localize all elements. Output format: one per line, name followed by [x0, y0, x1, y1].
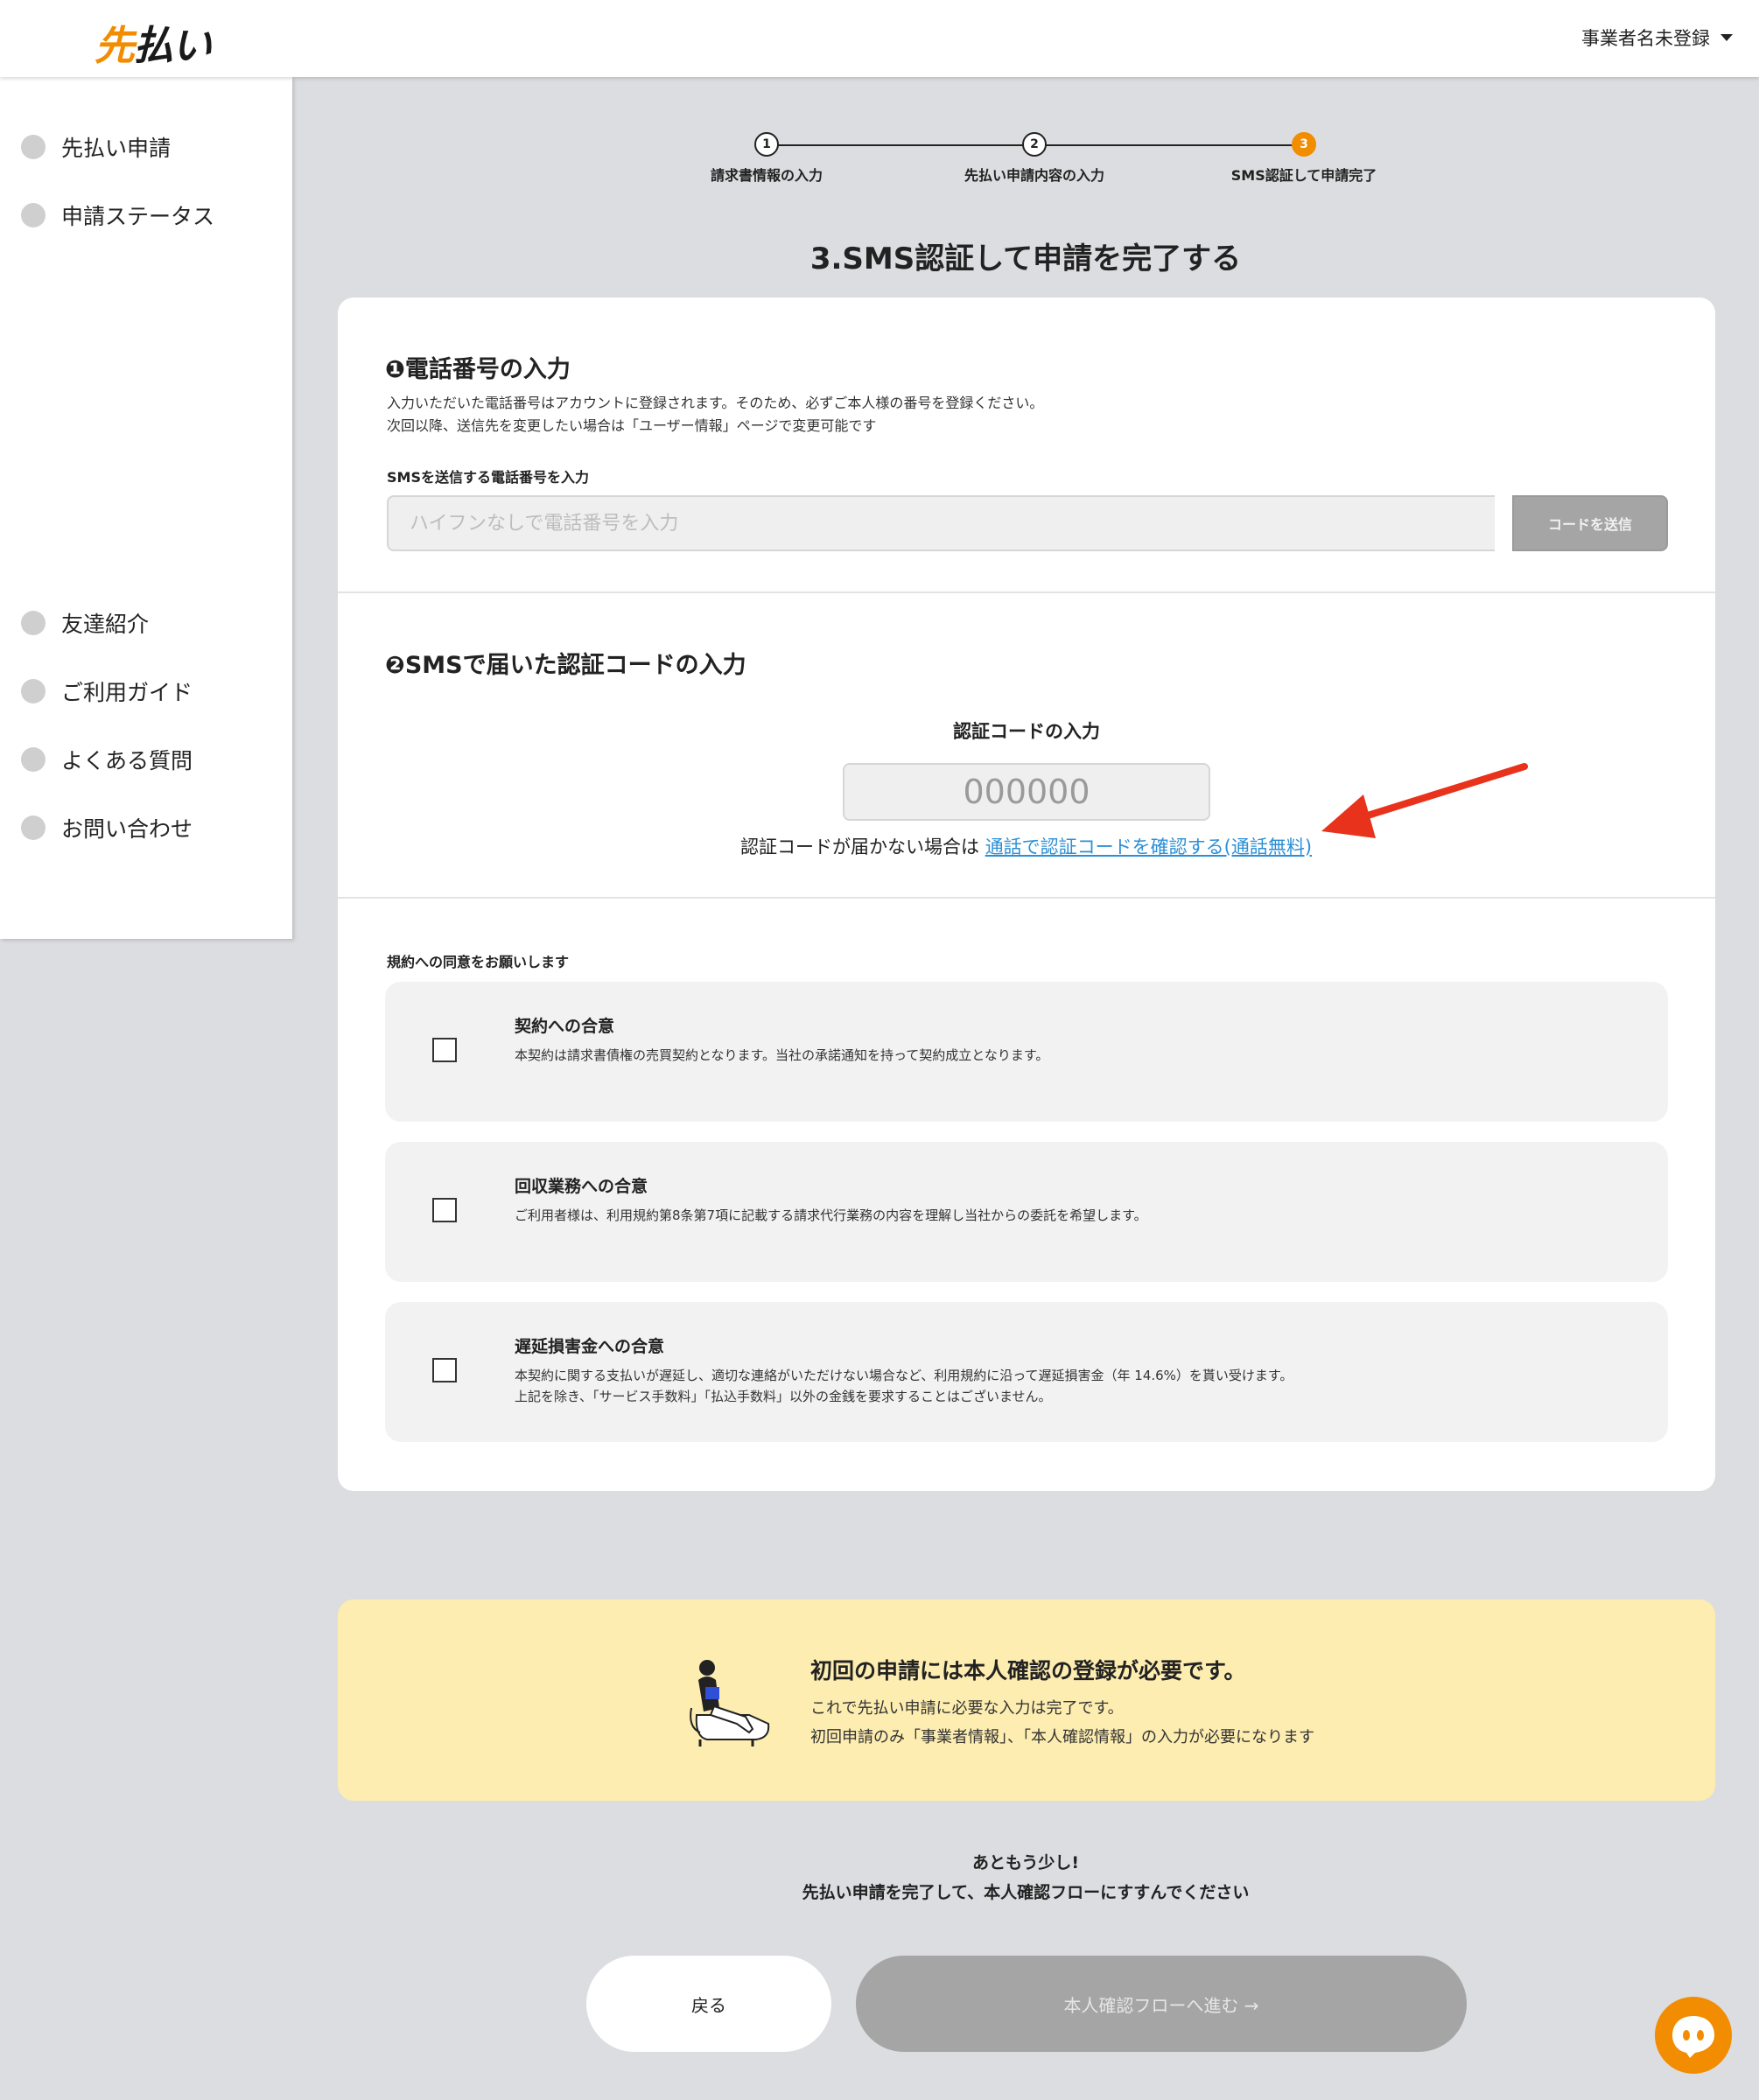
step-2: 2 先払い申請内容の入力: [938, 131, 1131, 185]
note-line: 次回以降、送信先を変更したい場合は「ユーザー情報」ページで変更可能です: [387, 417, 877, 434]
bullet-icon: [21, 203, 46, 228]
agreement-text-line: ご利用者様は、利用規約第8条第7項に記載する請求代行業務の内容を理解し当社からの…: [515, 1208, 1147, 1223]
section-divider: [338, 592, 1715, 593]
verification-code-input[interactable]: [843, 763, 1210, 821]
checkbox-icon[interactable]: [432, 1198, 457, 1222]
proceed-identity-button[interactable]: 本人確認フローへ進む →: [856, 1956, 1467, 2052]
agreement-text: 本契約は請求書債権の売買契約となります。当社の承諾通知を持って契約成立となります…: [515, 1045, 1635, 1066]
sidebar-item-guide[interactable]: ご利用ガイド: [21, 676, 193, 707]
resend-hint: 認証コードが届かない場合は 通話で認証コードを確認する(通話無料): [740, 833, 1312, 859]
bullet-icon: [21, 135, 46, 159]
bullet-icon: [21, 747, 46, 772]
phone-section-title: ❶電話番号の入力: [385, 356, 571, 383]
phone-number-input[interactable]: [387, 495, 1495, 551]
step-number: 1: [754, 132, 779, 157]
sidebar-item-label: 先払い申請: [61, 136, 172, 161]
back-button[interactable]: 戻る: [586, 1956, 831, 2052]
step-1: 1 請求書情報の入力: [670, 131, 863, 185]
bullet-icon: [21, 816, 46, 840]
agreement-text: ご利用者様は、利用規約第8条第7項に記載する請求代行業務の内容を理解し当社からの…: [515, 1205, 1635, 1226]
user-menu-dropdown[interactable]: 事業者名未登録: [1581, 24, 1733, 51]
agreement-title: 契約への合意: [515, 1017, 615, 1036]
logo-accent-text: 先: [95, 22, 135, 69]
agreement-title: 回収業務への合意: [515, 1177, 648, 1196]
sidebar-item-label: 申請ステータス: [61, 204, 215, 229]
terms-heading: 規約への同意をお願いします: [387, 954, 570, 970]
page-title: 3.SMS認証して申請を完了する: [809, 242, 1242, 276]
sidebar-item-contact[interactable]: お問い合わせ: [21, 812, 193, 844]
sidebar-item-status[interactable]: 申請ステータス: [21, 200, 214, 231]
checkbox-icon[interactable]: [432, 1038, 457, 1062]
sidebar-item-apply[interactable]: 先払い申請: [21, 131, 171, 163]
main-form-card: ❶電話番号の入力 入力いただいた電話番号はアカウントに登録されます。そのため、必…: [338, 298, 1715, 1491]
note-line: 入力いただいた電話番号はアカウントに登録されます。そのため、必ずご本人様の番号を…: [387, 395, 1044, 411]
agreement-text-line: 本契約は請求書債権の売買契約となります。当社の承諾通知を持って契約成立となります…: [515, 1047, 1049, 1063]
logo[interactable]: 先払い: [95, 14, 212, 72]
person-reading-illustration-icon: [690, 1660, 770, 1746]
call-verification-link[interactable]: 通話で認証コードを確認する(通話無料): [985, 836, 1312, 858]
step-number: 2: [1022, 132, 1047, 157]
bullet-icon: [21, 679, 46, 704]
step-label: 請求書情報の入力: [710, 167, 823, 184]
section-divider: [338, 897, 1715, 899]
sidebar-item-label: ご利用ガイド: [61, 680, 193, 705]
identity-verification-notice: 初回の申請には本人確認の登録が必要です。 これで先払い申請に必要な入力は完了です…: [338, 1600, 1715, 1801]
code-field-label: 認証コードの入力: [953, 721, 1100, 742]
step-number-active: 3: [1292, 132, 1316, 157]
sidebar-item-referral[interactable]: 友達紹介: [21, 607, 149, 639]
agreement-late-fee: 遅延損害金への合意 本契約に関する支払いが遅延し、適切な連絡がいただけない場合な…: [385, 1302, 1668, 1442]
sidebar-item-faq[interactable]: よくある質問: [21, 744, 193, 775]
encouragement-line: あともう少し!: [971, 1853, 1080, 1872]
step-label: SMS認証して申請完了: [1230, 167, 1377, 184]
notice-line: これで先払い申請に必要な入力は完了です。: [810, 1699, 1124, 1718]
top-header: 先払い 事業者名未登録: [0, 0, 1759, 77]
checkbox-icon[interactable]: [432, 1358, 457, 1382]
phone-section-note: 入力いただいた電話番号はアカウントに登録されます。そのため、必ずご本人様の番号を…: [387, 392, 1043, 438]
user-menu-label: 事業者名未登録: [1581, 28, 1710, 49]
agreement-title: 遅延損害金への合意: [515, 1337, 665, 1356]
notice-title: 初回の申請には本人確認の登録が必要です。: [810, 1658, 1246, 1684]
chat-bubble-icon: [1672, 2016, 1714, 2058]
bullet-icon: [21, 611, 46, 635]
caret-down-icon: [1720, 34, 1733, 41]
agreement-text: 本契約に関する支払いが遅延し、適切な連絡がいただけない場合など、利用規約に沿って…: [515, 1365, 1635, 1407]
code-section-title: ❷SMSで届いた認証コードの入力: [385, 652, 746, 679]
sidebar: 先払い申請 申請ステータス 友達紹介 ご利用ガイド よくある質問 お問い合わせ: [0, 77, 292, 939]
step-label: 先払い申請内容の入力: [964, 167, 1104, 184]
agreement-collection: 回収業務への合意 ご利用者様は、利用規約第8条第7項に記載する請求代行業務の内容…: [385, 1142, 1668, 1282]
step-3: 3 SMS認証して申請完了: [1208, 131, 1400, 185]
sidebar-item-label: よくある質問: [61, 748, 193, 774]
agreement-contract: 契約への合意 本契約は請求書債権の売買契約となります。当社の承諾通知を持って契約…: [385, 982, 1668, 1122]
agreement-text-line: 上記を除き、「サービス手数料」「払込手数料」以外の金銭を要求することはございませ…: [515, 1389, 1052, 1404]
resend-prefix: 認証コードが届かない場合は: [740, 836, 979, 858]
agreement-text-line: 本契約に関する支払いが遅延し、適切な連絡がいただけない場合など、利用規約に沿って…: [515, 1368, 1293, 1383]
phone-field-label: SMSを送信する電話番号を入力: [387, 469, 589, 486]
sidebar-item-label: 友達紹介: [61, 612, 150, 637]
notice-line: 初回申請のみ「事業者情報」、「本人確認情報」の入力が必要になります: [810, 1728, 1314, 1746]
logo-text: 払い: [133, 22, 212, 69]
progress-stepper: 1 請求書情報の入力 2 先払い申請内容の入力 3 SMS認証して申請完了: [674, 131, 1377, 192]
notice-text: これで先払い申請に必要な入力は完了です。 初回申請のみ「事業者情報」、「本人確認…: [810, 1694, 1314, 1752]
encouragement-message: あともう少し! 先払い申請を完了して、本人確認フローにすすんでください: [336, 1848, 1715, 1908]
send-code-button[interactable]: コードを送信: [1512, 495, 1668, 551]
chat-support-button[interactable]: [1655, 1997, 1732, 2074]
encouragement-line: 先払い申請を完了して、本人確認フローにすすんでください: [802, 1883, 1250, 1902]
sidebar-item-label: お問い合わせ: [61, 816, 193, 842]
red-arrow-annotation-icon: [1321, 763, 1528, 838]
